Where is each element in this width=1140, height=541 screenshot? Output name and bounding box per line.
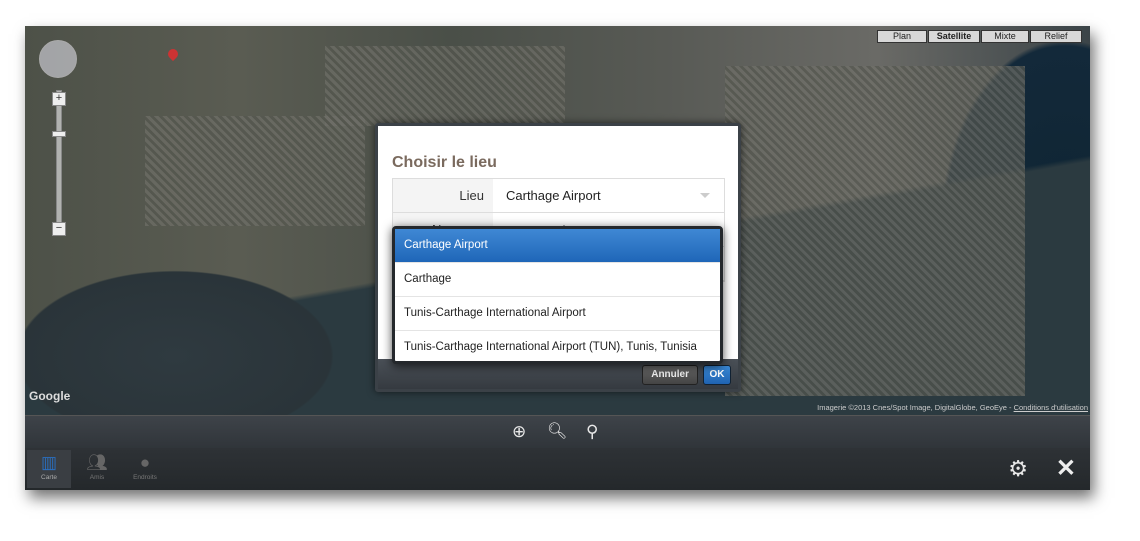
map-type-mixte[interactable]: Mixte [981,30,1029,43]
terms-link[interactable]: Conditions d'utilisation [1014,403,1088,412]
zoom-in-button[interactable]: + [52,92,66,106]
map-marker-icon[interactable] [165,46,181,62]
ok-button[interactable]: OK [703,365,731,385]
dropdown-option[interactable]: Tunis-Carthage International Airport (TU… [395,331,720,365]
zoom-slider[interactable] [56,90,62,230]
map-icon: ▥ [40,453,58,472]
crosshair-icon[interactable]: ⊕ [512,423,526,441]
tab-label: Amis [89,474,105,481]
map-toolbar: ⊕ 🔍︎ ⚲ [25,415,1090,448]
dropdown-option[interactable]: Tunis-Carthage International Airport [395,297,720,331]
close-icon[interactable]: ✕ [1056,454,1076,483]
map-pin-icon[interactable]: ⚲ [586,423,598,441]
tab-label: Endroits [133,474,157,481]
dropdown-option[interactable]: Carthage Airport [395,229,720,263]
map-attribution: Imagerie ©2013 Cnes/Spot Image, DigitalG… [817,403,1088,412]
zoom-out-button[interactable]: − [52,222,66,236]
map-type-relief[interactable]: Relief [1030,30,1082,43]
attribution-text: Imagerie ©2013 Cnes/Spot Image, DigitalG… [817,403,1014,412]
map-type-plan[interactable]: Plan [877,30,927,43]
search-icon[interactable]: 🔍︎ [547,423,567,441]
field-label: Lieu [393,179,493,212]
dialog-title: Choisir le lieu [392,154,497,171]
zoom-slider-handle[interactable] [52,131,66,137]
tab-endroits[interactable]: ● Endroits [123,450,167,488]
tab-amis[interactable]: 👥︎ Amis [75,450,119,488]
place-select[interactable]: Carthage Airport [493,179,724,212]
chevron-down-icon [700,193,710,203]
pin-icon: ● [139,453,151,472]
app-window: Plan Satellite Mixte Relief + − Google I… [25,26,1090,490]
place-select-value: Carthage Airport [506,188,601,203]
map-type-satellite[interactable]: Satellite [928,30,980,43]
google-logo: Google [29,389,71,403]
tab-bar: ▥ Carte 👥︎ Amis ● Endroits ⚙ ✕ [25,448,1090,490]
place-dropdown: Carthage Airport Carthage Tunis-Carthage… [392,226,723,364]
tab-label: Carte [41,474,57,481]
cancel-button[interactable]: Annuler [642,365,698,385]
people-icon: 👥︎ [86,453,108,472]
tab-carte[interactable]: ▥ Carte [27,450,71,488]
pan-control[interactable] [39,40,77,78]
gear-icon[interactable]: ⚙ [1008,456,1028,482]
dropdown-option[interactable]: Carthage [395,263,720,297]
